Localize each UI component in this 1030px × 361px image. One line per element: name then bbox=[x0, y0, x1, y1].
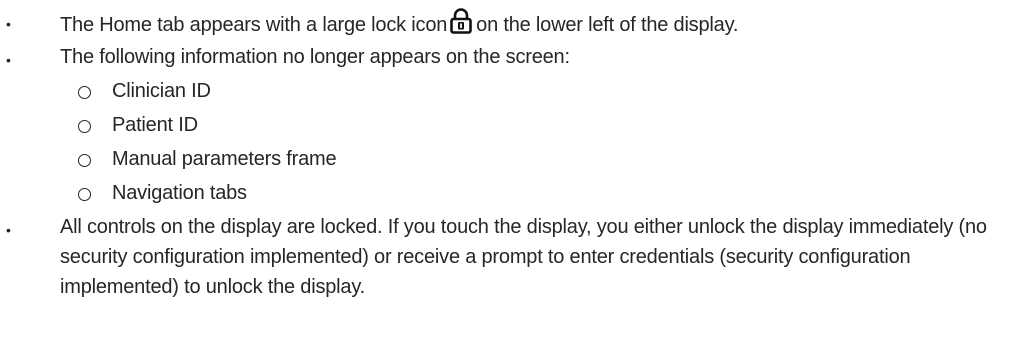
bullet-text-after-icon: on the lower left of the display. bbox=[476, 14, 739, 36]
lock-icon bbox=[450, 8, 472, 34]
circle-bullet-icon bbox=[78, 86, 91, 99]
bullet-dot: • bbox=[6, 52, 11, 68]
circle-bullet-icon bbox=[78, 120, 91, 133]
bullet-text: The Home tab appears with a large lock i… bbox=[60, 8, 1022, 40]
circle-bullet-icon bbox=[78, 188, 91, 201]
sub-item-text: Clinician ID bbox=[112, 80, 211, 102]
sub-item-text: Patient ID bbox=[112, 114, 198, 136]
sub-item-text: Navigation tabs bbox=[112, 182, 247, 204]
document-page: • The Home tab appears with a large lock… bbox=[0, 0, 1030, 361]
bullet-dot: • bbox=[6, 222, 11, 238]
bullet-dot: • bbox=[6, 16, 11, 32]
circle-bullet-icon bbox=[78, 154, 91, 167]
bullet-text: All controls on the display are locked. … bbox=[60, 216, 987, 298]
sub-item-text: Manual parameters frame bbox=[112, 148, 337, 170]
bullet-text-before-icon: The Home tab appears with a large lock i… bbox=[60, 14, 448, 36]
bullet-text: The following information no longer appe… bbox=[60, 46, 570, 68]
